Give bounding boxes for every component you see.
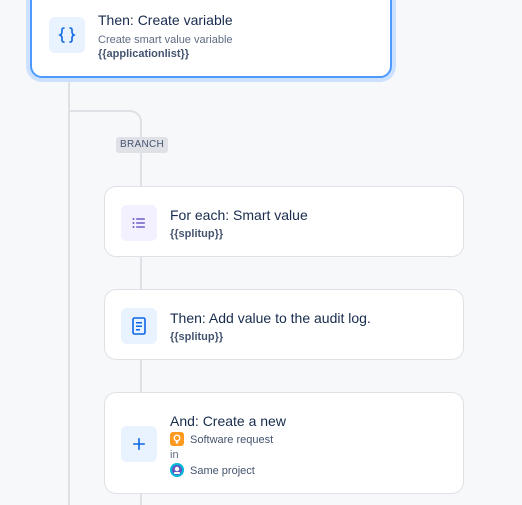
- plus-icon: [121, 426, 157, 462]
- in-label: in: [170, 449, 179, 461]
- card-subtitle: Create smart value variable: [98, 34, 233, 46]
- card-title: And: Create a new: [170, 413, 286, 429]
- branch-connector-curve: [68, 110, 142, 140]
- card-title: For each: Smart value: [170, 207, 308, 223]
- issue-type-label: Software request: [190, 434, 274, 446]
- for-each-card[interactable]: For each: Smart value {{splitup}}: [104, 186, 464, 257]
- create-variable-card[interactable]: Then: Create variable Create smart value…: [30, 0, 392, 78]
- branch-label: BRANCH: [116, 137, 169, 153]
- create-issue-card[interactable]: And: Create a new Software request in Sa…: [104, 392, 464, 494]
- main-connector-line: [68, 78, 70, 505]
- smart-value: {{splitup}}: [170, 228, 224, 240]
- automation-canvas: Then: Create variable Create smart value…: [0, 0, 522, 505]
- list-icon: [121, 205, 157, 241]
- document-icon: [121, 308, 157, 344]
- audit-log-card[interactable]: Then: Add value to the audit log. {{spli…: [104, 289, 464, 360]
- card-title: Then: Create variable: [98, 12, 233, 28]
- project-label: Same project: [190, 465, 255, 477]
- smart-value: {{splitup}}: [170, 331, 224, 343]
- smart-value-variable: {{applicationlist}}: [98, 48, 190, 60]
- card-title: Then: Add value to the audit log.: [170, 310, 371, 326]
- project-avatar-icon: [170, 463, 184, 477]
- curly-braces-icon: [49, 17, 85, 53]
- software-request-icon: [170, 432, 184, 446]
